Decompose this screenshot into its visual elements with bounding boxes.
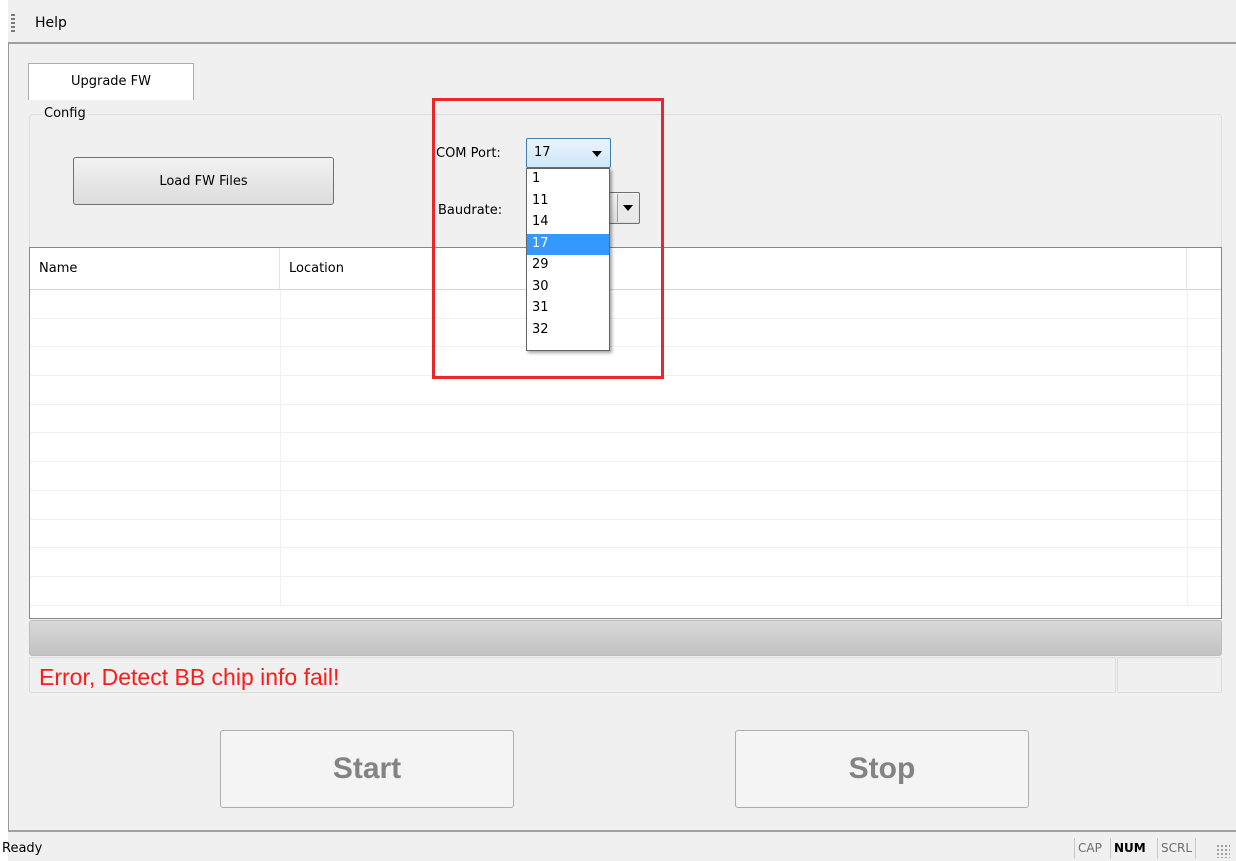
column-header-name[interactable]: Name [30, 248, 280, 289]
application-window: Help Upgrade FW Config Load FW Files COM… [2, 0, 1236, 861]
column-header-extra[interactable] [1187, 248, 1221, 289]
table-row[interactable] [30, 290, 1221, 319]
table-row[interactable] [30, 347, 1221, 377]
table-row[interactable] [30, 404, 1221, 434]
com-port-option[interactable]: 1 [527, 169, 609, 191]
status-side-box [1117, 657, 1222, 693]
table-row[interactable] [30, 519, 1221, 549]
menu-help[interactable]: Help [35, 15, 67, 31]
column-header-location[interactable]: Location [280, 248, 1187, 289]
com-port-option[interactable]: 14 [527, 212, 609, 234]
table-row[interactable] [30, 433, 1221, 463]
table-cell [30, 433, 281, 462]
table-cell [30, 576, 281, 605]
table-cell [280, 490, 1188, 519]
table-cell [280, 318, 1188, 347]
table-cell [30, 519, 281, 548]
table-cell [280, 576, 1188, 605]
resize-grip-icon[interactable] [1216, 844, 1230, 858]
com-port-option[interactable]: 11 [527, 191, 609, 213]
table-row[interactable] [30, 376, 1221, 405]
table-cell [280, 347, 1188, 376]
table-row[interactable] [30, 548, 1221, 577]
com-port-option[interactable]: 30 [527, 277, 609, 299]
progress-bar [29, 620, 1222, 656]
com-port-label: COM Port: [436, 146, 501, 161]
load-fw-files-button[interactable]: Load FW Files [73, 157, 334, 205]
num-lock-indicator: NUM [1110, 838, 1149, 859]
table-cell [280, 462, 1188, 490]
status-bar: Ready CAP NUM SCRL [2, 830, 1236, 861]
config-group-title: Config [42, 106, 88, 121]
com-port-value: 17 [534, 145, 551, 160]
com-port-options-list[interactable]: 1 11 14 17 29 30 31 32 [526, 168, 610, 351]
window-border [8, 42, 9, 832]
com-port-option[interactable]: 29 [527, 255, 609, 277]
baudrate-dropdown-button[interactable] [617, 194, 638, 222]
table-cell [30, 490, 281, 519]
table-cell [30, 376, 281, 404]
table-cell [30, 347, 281, 376]
table-cell [30, 548, 281, 576]
cap-lock-indicator: CAP [1074, 838, 1105, 859]
baudrate-label: Baudrate: [438, 203, 503, 218]
menubar-grip-icon [11, 14, 15, 34]
table-row[interactable] [30, 462, 1221, 491]
tab-upgrade-fw[interactable]: Upgrade FW [28, 63, 194, 100]
com-port-option[interactable]: 31 [527, 298, 609, 320]
table-cell [280, 290, 1188, 318]
chevron-down-icon [592, 151, 602, 157]
scroll-lock-indicator: SCRL [1157, 838, 1197, 859]
table-cell [30, 462, 281, 490]
table-row[interactable] [30, 490, 1221, 520]
table-cell [280, 433, 1188, 462]
error-message: Error, Detect BB chip info fail! [39, 664, 340, 690]
com-port-dropdown[interactable]: 17 [526, 138, 611, 168]
com-port-option[interactable]: 17 [527, 233, 609, 255]
menu-bar: Help [8, 6, 1236, 44]
table-cell [30, 318, 281, 347]
table-cell [280, 376, 1188, 404]
fw-files-table[interactable]: Name Location [29, 247, 1222, 619]
table-row[interactable] [30, 576, 1221, 606]
status-ready-text: Ready [2, 841, 43, 856]
stop-button[interactable]: Stop [735, 730, 1029, 808]
table-cell [280, 548, 1188, 576]
table-header: Name Location [30, 248, 1221, 290]
com-port-option[interactable]: 32 [527, 320, 609, 342]
table-row[interactable] [30, 318, 1221, 348]
status-message-box: Error, Detect BB chip info fail! [29, 657, 1116, 693]
table-cell [280, 404, 1188, 433]
table-body [30, 290, 1221, 606]
chevron-down-icon [623, 205, 633, 211]
table-cell [30, 290, 281, 318]
table-cell [280, 519, 1188, 548]
table-cell [30, 404, 281, 433]
start-button[interactable]: Start [220, 730, 514, 808]
